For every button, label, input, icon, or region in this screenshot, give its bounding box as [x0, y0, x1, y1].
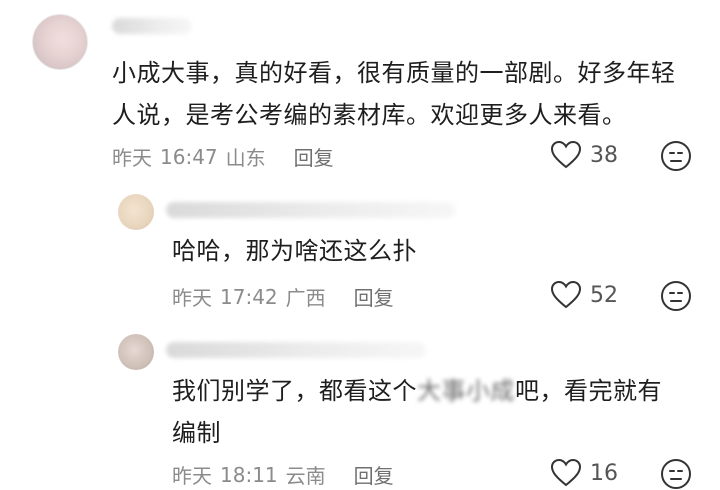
heart-outline-icon	[550, 140, 582, 169]
username-blurred	[166, 342, 426, 358]
comment-text-line: 编制	[172, 419, 221, 447]
username-blurred	[166, 202, 456, 218]
comment-meta: 昨天 17:42 广西 回复	[172, 282, 394, 311]
like-button[interactable]: 38	[550, 140, 618, 170]
like-count: 38	[590, 142, 618, 168]
comment-time: 18:11	[220, 462, 278, 487]
comment-meta: 昨天 16:47 山东 回复	[112, 142, 334, 171]
neutral-face-icon[interactable]	[660, 140, 692, 172]
comment-location: 云南	[285, 464, 326, 488]
comment-date: 昨天	[112, 146, 152, 170]
comment-meta: 昨天 18:11 云南 回复	[172, 460, 394, 489]
neutral-face-icon[interactable]	[660, 280, 692, 312]
comment-text-line: 人说，是考公考编的素材库。欢迎更多人来看。	[112, 101, 627, 129]
comment-text-blurred: 大事小成	[417, 377, 515, 405]
avatar[interactable]	[118, 334, 154, 370]
comment-date: 昨天	[172, 286, 212, 310]
comment-location: 广西	[285, 286, 326, 310]
comment-text-line: 我们别学了，都看这个大事小成吧，看完就有	[172, 370, 692, 412]
heart-outline-icon	[550, 458, 582, 487]
reply-button[interactable]: 回复	[354, 460, 394, 489]
like-count: 52	[590, 282, 618, 308]
avatar[interactable]	[118, 194, 154, 230]
username-blurred	[112, 18, 192, 34]
avatar[interactable]	[32, 14, 88, 70]
comment-text: 我们别学了，都看这个大事小成吧，看完就有 编制	[172, 370, 692, 454]
comment-text-segment: 我们别学了，都看这个	[172, 377, 417, 405]
comment-text-line: 哈哈，那为啥还这么扑	[172, 237, 417, 265]
comment-text-segment: 吧，看完就有	[515, 377, 662, 405]
neutral-face-icon[interactable]	[660, 458, 692, 490]
comment-location: 山东	[225, 146, 266, 170]
comment-time: 16:47	[160, 144, 218, 169]
like-button[interactable]: 52	[550, 280, 618, 310]
reply-button[interactable]: 回复	[294, 142, 334, 171]
heart-outline-icon	[550, 280, 582, 309]
like-count: 16	[590, 460, 618, 486]
reply-button[interactable]: 回复	[354, 282, 394, 311]
comment-text-line: 小成大事，真的好看，很有质量的一部剧。好多年轻	[112, 59, 676, 87]
comment-text: 小成大事，真的好看，很有质量的一部剧。好多年轻 人说，是考公考编的素材库。欢迎更…	[112, 52, 702, 136]
like-button[interactable]: 16	[550, 458, 618, 488]
comment-time: 17:42	[220, 284, 278, 309]
comment-text: 哈哈，那为啥还这么扑	[172, 230, 692, 272]
comment-date: 昨天	[172, 464, 212, 488]
